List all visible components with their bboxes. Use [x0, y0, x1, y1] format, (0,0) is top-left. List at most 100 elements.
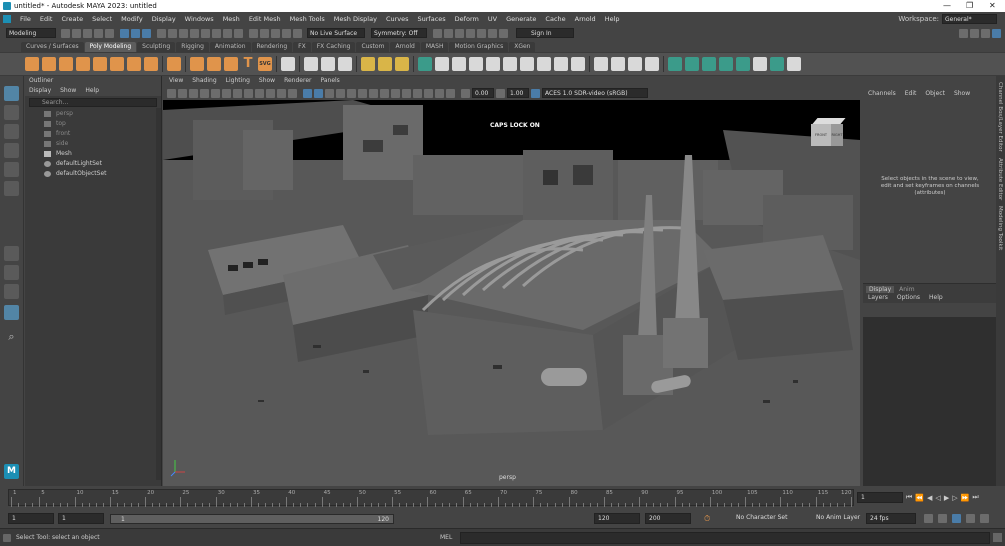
- channel-menu-channels[interactable]: Channels: [868, 90, 896, 97]
- workspace-dropdown[interactable]: General*: [942, 14, 997, 24]
- layer-tab-anim[interactable]: Anim: [896, 286, 917, 293]
- fill-hole-icon[interactable]: [503, 57, 517, 71]
- playback-end-field[interactable]: 120: [594, 513, 640, 524]
- outliner-item[interactable]: side: [25, 139, 161, 149]
- gate-mask-icon[interactable]: [255, 88, 264, 98]
- undo-icon[interactable]: [94, 28, 103, 38]
- audio-icon[interactable]: [980, 514, 989, 523]
- paint-select-tool-icon[interactable]: [4, 124, 19, 139]
- planar-mapping-icon[interactable]: [668, 57, 682, 71]
- x-ray-active-components-icon[interactable]: [446, 88, 455, 98]
- step-back-key-icon[interactable]: ⏪: [915, 494, 924, 502]
- arnold-render-icon[interactable]: [499, 28, 508, 38]
- anim-layer-dropdown[interactable]: No Anim Layer: [813, 513, 863, 524]
- move-tool-icon[interactable]: [4, 143, 19, 158]
- persp-outliner-layout-icon[interactable]: [4, 284, 19, 299]
- layer-menu-layers[interactable]: Layers: [868, 294, 888, 301]
- select-tool-icon[interactable]: [4, 86, 19, 101]
- bevel-icon[interactable]: [469, 57, 483, 71]
- outliner-menu-show[interactable]: Show: [60, 86, 76, 96]
- shelf-tab-mash[interactable]: MASH: [420, 42, 449, 52]
- live-surface-field[interactable]: No Live Surface: [307, 28, 365, 38]
- use-all-lights-icon[interactable]: [358, 88, 367, 98]
- select-surfaces-icon[interactable]: [190, 28, 199, 38]
- viewport-menu-show[interactable]: Show: [259, 76, 275, 86]
- single-perspective-layout-icon[interactable]: [4, 246, 19, 261]
- svg-icon[interactable]: SVG: [258, 57, 272, 71]
- field-chart-icon[interactable]: [266, 88, 275, 98]
- camera-attributes-icon[interactable]: [189, 88, 198, 98]
- shelf-tab-curves-surfaces[interactable]: Curves / Surfaces: [21, 42, 84, 52]
- outliner-item[interactable]: front: [25, 129, 161, 139]
- outliner-menu-display[interactable]: Display: [29, 86, 51, 96]
- auto-key-icon[interactable]: ⏱: [704, 514, 710, 524]
- select-component-icon[interactable]: [142, 28, 151, 38]
- current-frame-field[interactable]: 1: [857, 492, 903, 503]
- poly-torus-icon[interactable]: [93, 57, 107, 71]
- resolution-gate-icon[interactable]: [244, 88, 253, 98]
- viewport-menu-lighting[interactable]: Lighting: [226, 76, 250, 86]
- merge-icon[interactable]: [520, 57, 534, 71]
- x-ray-icon[interactable]: [424, 88, 433, 98]
- maya-home-icon[interactable]: M: [4, 464, 19, 479]
- motion-blur-icon[interactable]: [391, 88, 400, 98]
- boolean-intersection-icon[interactable]: [395, 57, 409, 71]
- default-material-icon[interactable]: [325, 88, 334, 98]
- menu-help[interactable]: Help: [605, 15, 620, 23]
- open-scene-icon[interactable]: [72, 28, 81, 38]
- select-object-icon[interactable]: [131, 28, 140, 38]
- outliner-item[interactable]: Mesh: [25, 149, 161, 159]
- go-to-end-icon[interactable]: ⏭: [972, 493, 978, 502]
- x-ray-joints-icon[interactable]: [435, 88, 444, 98]
- toggle-tool-settings-icon[interactable]: [981, 28, 990, 38]
- smooth-shade-icon[interactable]: [314, 88, 323, 98]
- film-gate-icon[interactable]: [233, 88, 242, 98]
- shelf-tab-fx[interactable]: FX: [293, 42, 311, 52]
- target-weld-icon[interactable]: [554, 57, 568, 71]
- menu-modify[interactable]: Modify: [121, 15, 143, 23]
- combine-icon[interactable]: [304, 57, 318, 71]
- hypershade-icon[interactable]: [488, 28, 497, 38]
- view-cube-top-face[interactable]: [812, 118, 846, 124]
- select-joints-icon[interactable]: [168, 28, 177, 38]
- menu-file[interactable]: File: [20, 15, 31, 23]
- select-dynamics-icon[interactable]: [212, 28, 221, 38]
- make-live-icon[interactable]: [293, 28, 302, 38]
- outliner-item[interactable]: defaultObjectSet: [25, 169, 161, 179]
- poly-cylinder-icon[interactable]: [59, 57, 73, 71]
- script-editor-icon[interactable]: [3, 534, 11, 542]
- isolate-select-icon[interactable]: [413, 88, 422, 98]
- loop-playback-icon[interactable]: [924, 514, 933, 523]
- poly-disc-icon[interactable]: [127, 57, 141, 71]
- history-icon[interactable]: [433, 28, 442, 38]
- menu-deform[interactable]: Deform: [455, 15, 479, 23]
- animation-start-field[interactable]: 1: [8, 513, 54, 524]
- menu-generate[interactable]: Generate: [506, 15, 536, 23]
- shelf-tab-rendering[interactable]: Rendering: [251, 42, 293, 52]
- menu-edit-mesh[interactable]: Edit Mesh: [249, 15, 281, 23]
- select-handles-icon[interactable]: [157, 28, 166, 38]
- cylindrical-mapping-icon[interactable]: [685, 57, 699, 71]
- select-curves-icon[interactable]: [179, 28, 188, 38]
- shelf-tab-motion-graphics[interactable]: Motion Graphics: [449, 42, 509, 52]
- ipr-render-icon[interactable]: [466, 28, 475, 38]
- bookmarks-icon[interactable]: [200, 88, 209, 98]
- poly-plane-icon[interactable]: [110, 57, 124, 71]
- smooth-icon[interactable]: [338, 57, 352, 71]
- fps-dropdown[interactable]: 24 fps: [866, 513, 916, 524]
- menu-arnold[interactable]: Arnold: [575, 15, 596, 23]
- layer-menu-help[interactable]: Help: [929, 294, 943, 301]
- redo-icon[interactable]: [105, 28, 114, 38]
- sphere-type-icon[interactable]: [190, 57, 204, 71]
- viewport-menu-panels[interactable]: Panels: [320, 76, 339, 86]
- grid-icon[interactable]: [222, 88, 231, 98]
- step-back-frame-icon[interactable]: ◀: [927, 494, 932, 502]
- render-frame-icon[interactable]: [455, 28, 464, 38]
- viewport-3d[interactable]: CAPS LOCK ON persp FRONT RIGHT: [163, 100, 860, 486]
- sound-icon[interactable]: [938, 514, 947, 523]
- animation-end-field[interactable]: 200: [645, 513, 691, 524]
- wireframe-icon[interactable]: [303, 88, 312, 98]
- snap-grid-icon[interactable]: [249, 28, 258, 38]
- select-misc-icon[interactable]: [234, 28, 243, 38]
- channel-menu-edit[interactable]: Edit: [905, 90, 917, 97]
